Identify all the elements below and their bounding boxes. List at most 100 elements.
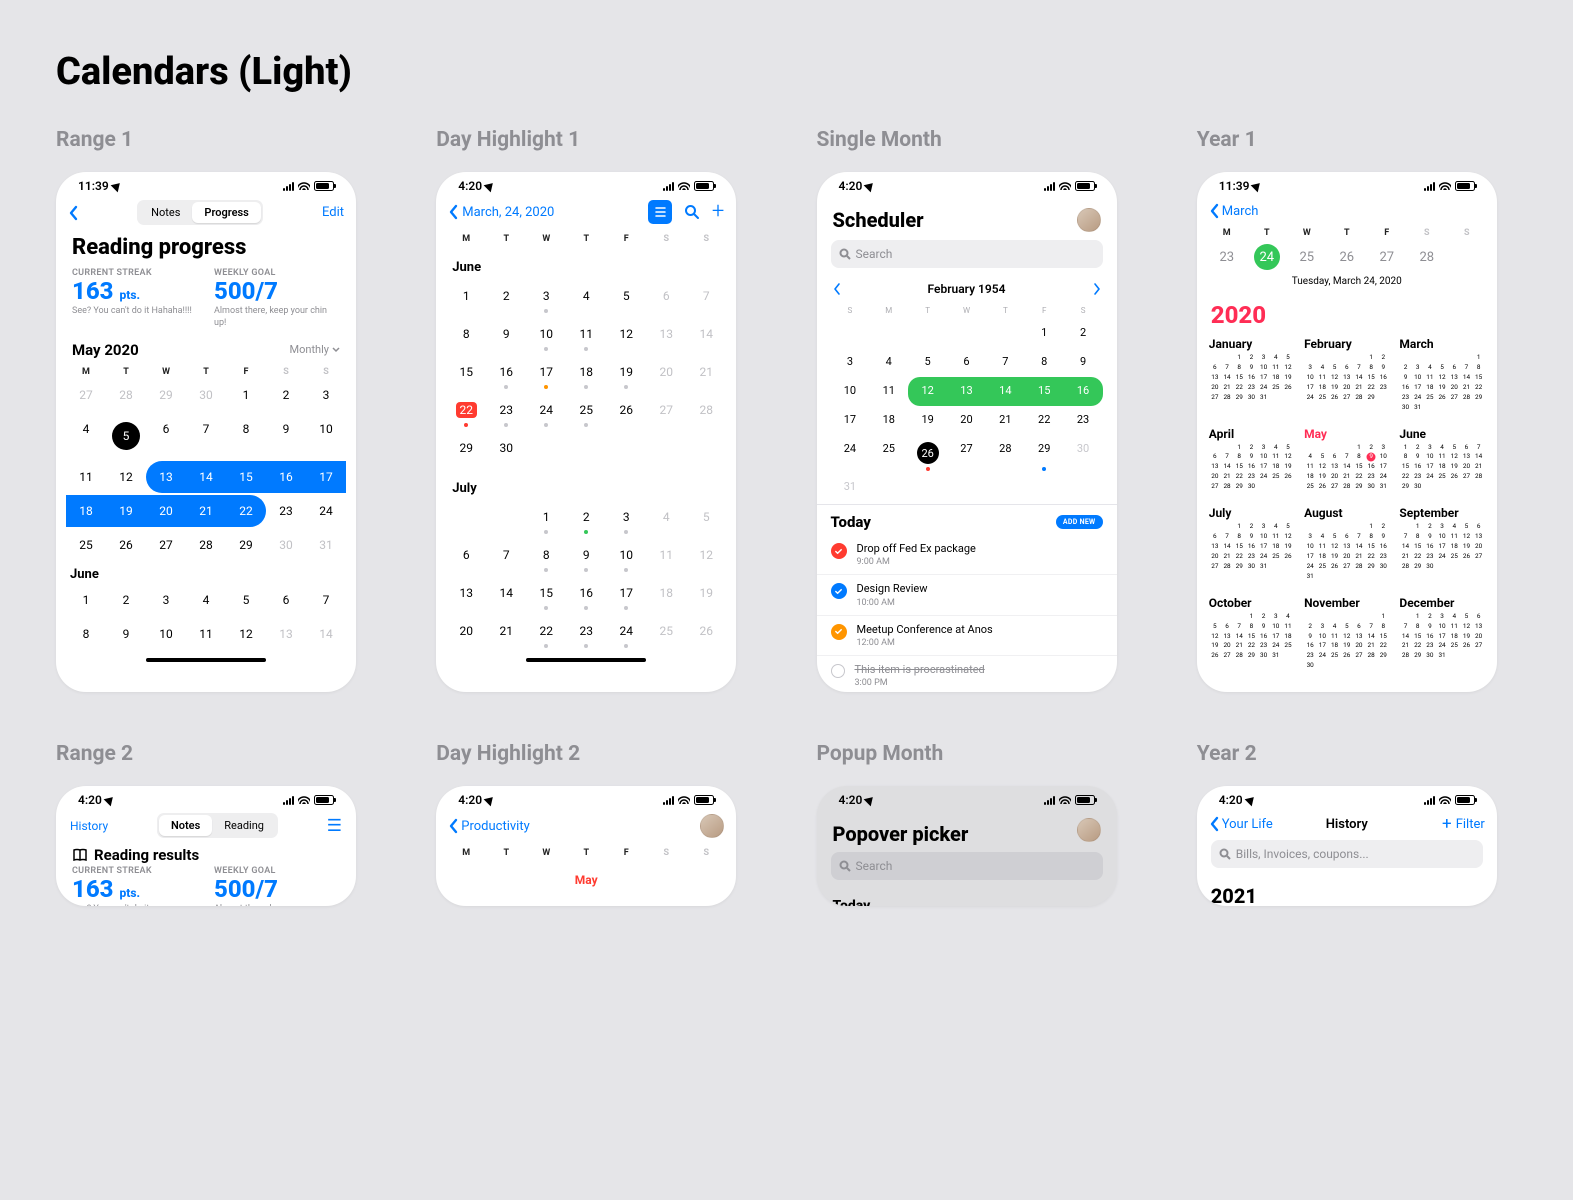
day-cell[interactable]: 4	[869, 348, 908, 377]
day-cell[interactable]: 4	[646, 500, 686, 536]
day-cell[interactable]: 1	[606, 898, 646, 906]
day-cell[interactable]: 23	[486, 393, 526, 429]
day-cell[interactable]: 2	[646, 898, 686, 906]
day-cell[interactable]: 2	[106, 584, 146, 616]
day-cell[interactable]: 20	[646, 355, 686, 391]
day-cell[interactable]: 19	[106, 495, 146, 527]
seg-notes[interactable]: Notes	[159, 815, 212, 836]
back-button[interactable]: March	[1209, 203, 1259, 219]
search-icon[interactable]	[684, 204, 700, 220]
day-cell[interactable]: 4	[186, 584, 226, 616]
mini-month[interactable]: May0000123456789101112131415161718192021…	[1304, 427, 1389, 493]
day-cell[interactable]: 29	[446, 431, 486, 467]
day-cell[interactable]: 30	[486, 431, 526, 467]
day-cell[interactable]: 21	[986, 406, 1025, 435]
day-cell[interactable]: 18	[646, 576, 686, 612]
day-cell[interactable]: 5	[226, 584, 266, 616]
task-row[interactable]: Design Review10:00 AM	[817, 575, 1117, 615]
day-cell[interactable]: 8	[66, 618, 106, 650]
day-cell[interactable]: 14	[686, 317, 726, 353]
day-cell[interactable]: 15	[226, 461, 266, 493]
add-icon[interactable]: +	[1442, 814, 1452, 834]
week-day[interactable]: 28	[1414, 245, 1439, 270]
task-row[interactable]: Drop off Fed Ex package9:00 AM	[817, 535, 1117, 575]
day-cell[interactable]: 19	[908, 406, 947, 435]
day-cell[interactable]: 18	[66, 495, 106, 527]
day-cell[interactable]: 6	[947, 348, 986, 377]
day-cell[interactable]: 2	[486, 279, 526, 315]
day-cell[interactable]: 12	[686, 538, 726, 574]
day-cell[interactable]: 20	[146, 495, 186, 527]
avatar[interactable]	[1077, 818, 1101, 842]
day-cell[interactable]: 20	[947, 406, 986, 435]
week-day[interactable]: 23	[1214, 245, 1239, 270]
day-cell[interactable]: 14	[986, 377, 1025, 406]
day-cell[interactable]: 10	[606, 538, 646, 574]
back-chevron-icon[interactable]	[68, 205, 78, 221]
day-cell[interactable]: 15	[1025, 377, 1064, 406]
day-cell[interactable]: 7	[686, 279, 726, 315]
day-cell[interactable]: 7	[306, 584, 346, 616]
day-cell[interactable]: 24	[831, 435, 870, 473]
day-cell[interactable]: 29	[226, 529, 266, 561]
day-cell[interactable]: 9	[486, 317, 526, 353]
day-cell[interactable]: 24	[306, 495, 346, 527]
day-cell[interactable]: 25	[66, 529, 106, 561]
day-cell[interactable]: 26	[686, 614, 726, 650]
day-cell[interactable]: 27	[947, 435, 986, 473]
prev-month-icon[interactable]	[833, 282, 841, 296]
day-cell[interactable]: 19	[686, 576, 726, 612]
day-cell[interactable]: 3	[526, 279, 566, 315]
day-cell[interactable]: 24	[526, 393, 566, 429]
day-cell[interactable]: 16	[566, 576, 606, 612]
day-cell[interactable]: 23	[266, 495, 306, 527]
task-checkbox[interactable]	[831, 583, 847, 599]
day-cell[interactable]: 9	[1064, 348, 1103, 377]
calendar-row[interactable]: May123	[436, 860, 736, 906]
day-cell[interactable]: 2	[266, 379, 306, 411]
day-cell[interactable]: 6	[146, 413, 186, 459]
mini-month[interactable]: October000123456789101112131415161718192…	[1209, 596, 1294, 672]
back-button[interactable]: Productivity	[448, 818, 529, 834]
day-cell[interactable]: 25	[869, 435, 908, 473]
calendar-july[interactable]: 1234567891011121314151617181920212223242…	[436, 500, 736, 650]
week-day[interactable]: 24	[1254, 244, 1280, 270]
day-cell[interactable]: 21	[186, 495, 226, 527]
day-cell[interactable]: 22	[1025, 406, 1064, 435]
day-cell[interactable]: 12	[606, 317, 646, 353]
day-cell[interactable]: 29	[1025, 435, 1064, 473]
day-cell[interactable]: 10	[831, 377, 870, 406]
day-cell[interactable]: 3	[306, 379, 346, 411]
day-cell[interactable]: 18	[869, 406, 908, 435]
seg-notes[interactable]: Notes	[139, 202, 192, 223]
day-cell[interactable]: 10	[306, 413, 346, 459]
avatar[interactable]	[1077, 208, 1101, 232]
day-cell[interactable]: 9	[566, 538, 606, 574]
avatar[interactable]	[700, 814, 724, 838]
calendar-june[interactable]: 1234567891011121314	[56, 584, 356, 650]
day-cell[interactable]: 3	[686, 898, 726, 906]
day-cell[interactable]: 1	[526, 500, 566, 536]
day-cell[interactable]: 9	[266, 413, 306, 459]
mini-month[interactable]: March00000012345678910111213141516171819…	[1399, 337, 1484, 413]
day-cell[interactable]: 14	[186, 461, 226, 493]
day-cell[interactable]: 24	[606, 614, 646, 650]
day-cell[interactable]: 17	[306, 461, 346, 493]
calendar-june[interactable]: 1234567891011121314151617181920212223242…	[436, 279, 736, 467]
mini-month[interactable]: July001234567891011121314151617181920212…	[1209, 506, 1294, 582]
day-cell[interactable]: 2	[1064, 319, 1103, 348]
day-cell[interactable]: 7	[186, 413, 226, 459]
day-cell[interactable]: 5	[908, 348, 947, 377]
week-strip[interactable]: 232425262728	[1197, 240, 1497, 276]
day-cell[interactable]: 13	[446, 576, 486, 612]
day-cell[interactable]: 16	[266, 461, 306, 493]
mini-month[interactable]: April00123456789101112131415161718192021…	[1209, 427, 1294, 493]
list-icon[interactable]: ☰	[327, 816, 342, 836]
day-cell[interactable]: 6	[266, 584, 306, 616]
next-month-icon[interactable]	[1093, 282, 1101, 296]
task-checkbox[interactable]	[831, 664, 845, 678]
day-cell[interactable]: 11	[646, 538, 686, 574]
history-link[interactable]: History	[70, 819, 108, 833]
segment-notes-reading[interactable]: Notes Reading	[157, 813, 278, 838]
day-cell[interactable]: 7	[986, 348, 1025, 377]
